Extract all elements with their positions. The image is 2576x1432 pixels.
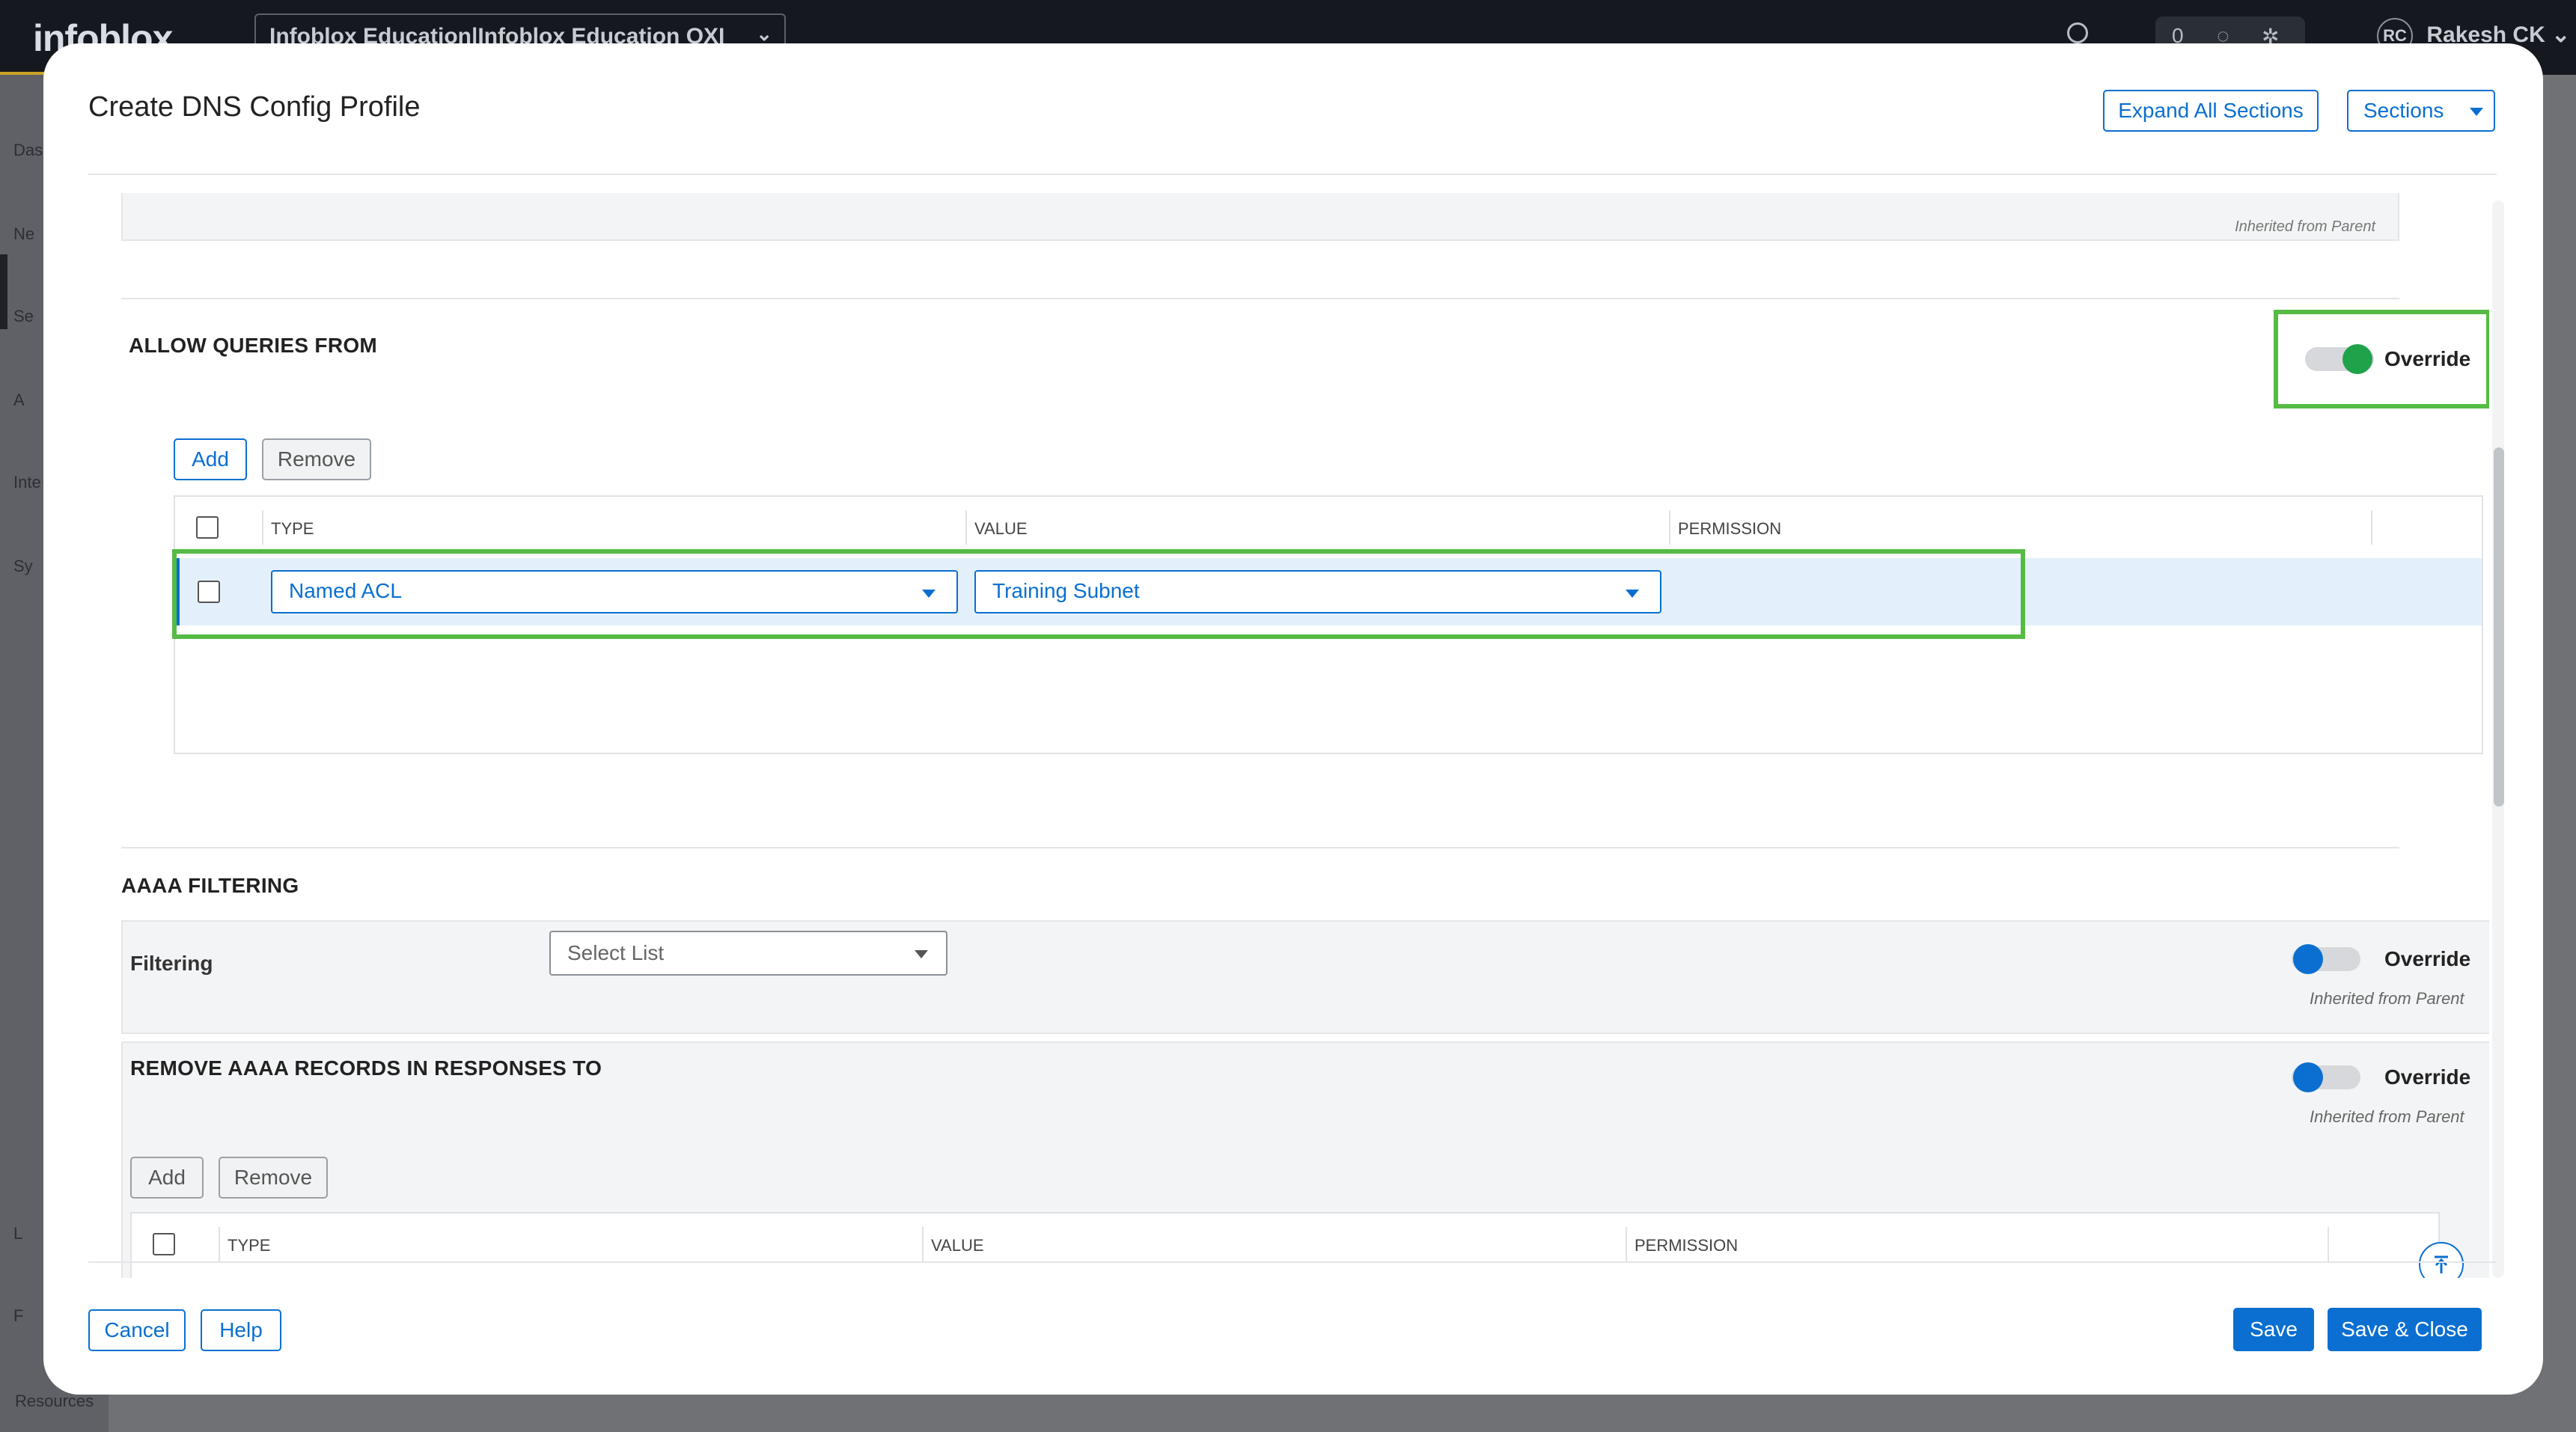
expand-all-sections-button[interactable]: Expand All Sections bbox=[2103, 90, 2319, 132]
col-separator bbox=[219, 1227, 220, 1261]
caret-down-icon bbox=[2470, 108, 2483, 116]
value-column-header: VALUE bbox=[974, 519, 1028, 538]
filtering-panel: Filtering Select List Override Inherited… bbox=[121, 920, 2489, 1034]
remove-button[interactable]: Remove bbox=[262, 438, 371, 480]
toggle-knob bbox=[2342, 344, 2372, 374]
add-button[interactable]: Add bbox=[174, 438, 247, 480]
nav-item[interactable]: Inte bbox=[13, 473, 41, 492]
modal-content[interactable]: Inherited from Parent ALLOW QUERIES FROM… bbox=[121, 193, 2489, 1278]
type-column-header: TYPE bbox=[271, 519, 314, 538]
col-separator bbox=[922, 1227, 924, 1261]
nav-item[interactable]: L bbox=[13, 1224, 22, 1243]
aaaa-filtering-title: AAAA FILTERING bbox=[121, 874, 299, 897]
left-nav-active-marker bbox=[0, 254, 7, 329]
modal-title: Create DNS Config Profile bbox=[88, 91, 421, 123]
remove-records-table: TYPE VALUE PERMISSION bbox=[130, 1212, 2440, 1278]
permission-column-header: PERMISSION bbox=[1635, 1236, 1739, 1255]
remove-records-panel: REMOVE AAAA RECORDS IN RESPONSES TO Over… bbox=[121, 1041, 2489, 1278]
scrollbar-thumb[interactable] bbox=[2494, 447, 2504, 807]
value-column-header: VALUE bbox=[931, 1236, 984, 1255]
filtering-override-toggle[interactable] bbox=[2292, 944, 2360, 974]
filtering-override-label: Override bbox=[2384, 947, 2471, 970]
nav-item[interactable]: Ne bbox=[13, 224, 34, 244]
allow-queries-override-label: Override bbox=[2384, 347, 2471, 370]
filtering-inherited-label: Inherited from Parent bbox=[2310, 989, 2464, 1008]
col-separator bbox=[2328, 1227, 2329, 1261]
remove-records-override-label: Override bbox=[2384, 1065, 2471, 1089]
select-all-checkbox[interactable] bbox=[153, 1233, 175, 1255]
type-column-header: TYPE bbox=[228, 1236, 271, 1255]
previous-section-tail: Inherited from Parent bbox=[121, 193, 2399, 241]
col-separator bbox=[965, 510, 967, 545]
section-divider bbox=[121, 298, 2399, 299]
nav-item[interactable]: Sy bbox=[13, 557, 33, 576]
remove-button[interactable]: Remove bbox=[219, 1157, 328, 1199]
save-button[interactable]: Save bbox=[2233, 1308, 2314, 1351]
sections-label: Sections bbox=[2363, 99, 2444, 122]
arrow-up-icon bbox=[2435, 1255, 2448, 1273]
row-highlight-box bbox=[172, 549, 2025, 639]
header-divider bbox=[88, 174, 2497, 175]
permission-column-header: PERMISSION bbox=[1678, 519, 1782, 538]
sections-dropdown-button[interactable]: Sections bbox=[2347, 90, 2495, 132]
help-button[interactable]: Help bbox=[201, 1309, 281, 1351]
remove-records-inherited-label: Inherited from Parent bbox=[2310, 1107, 2464, 1126]
allow-queries-title: ALLOW QUERIES FROM bbox=[129, 334, 378, 357]
nav-item[interactable]: F bbox=[13, 1306, 23, 1326]
inherited-label: Inherited from Parent bbox=[2235, 218, 2375, 235]
footer-divider bbox=[88, 1261, 2497, 1263]
save-and-close-button[interactable]: Save & Close bbox=[2328, 1308, 2482, 1351]
nav-item[interactable]: A bbox=[13, 391, 25, 410]
cancel-button[interactable]: Cancel bbox=[88, 1309, 186, 1351]
filtering-select[interactable]: Select List bbox=[549, 931, 947, 976]
create-dns-config-profile-modal: Create DNS Config Profile Expand All Sec… bbox=[43, 43, 2543, 1395]
chevron-down-icon: ⌄ bbox=[2551, 22, 2571, 47]
search-icon[interactable] bbox=[2067, 22, 2088, 43]
toggle-knob bbox=[2293, 1062, 2323, 1092]
filtering-select-placeholder: Select List bbox=[567, 941, 665, 964]
allow-queries-override-toggle[interactable] bbox=[2305, 344, 2374, 374]
add-button[interactable]: Add bbox=[130, 1157, 204, 1199]
col-separator bbox=[1626, 1227, 1627, 1261]
caret-down-icon bbox=[915, 950, 928, 958]
remove-records-override-toggle[interactable] bbox=[2292, 1062, 2360, 1092]
col-separator bbox=[2371, 510, 2372, 545]
section-divider bbox=[121, 847, 2399, 848]
col-separator bbox=[262, 510, 263, 545]
select-all-checkbox[interactable] bbox=[196, 516, 219, 539]
col-separator bbox=[1669, 510, 1670, 545]
remove-records-title: REMOVE AAAA RECORDS IN RESPONSES TO bbox=[130, 1056, 602, 1080]
filtering-label: Filtering bbox=[130, 952, 213, 975]
toggle-knob bbox=[2293, 944, 2323, 974]
nav-item[interactable]: Se bbox=[13, 307, 34, 326]
nav-item[interactable]: Das bbox=[13, 141, 43, 160]
chevron-down-icon: ⌄ bbox=[756, 22, 772, 45]
